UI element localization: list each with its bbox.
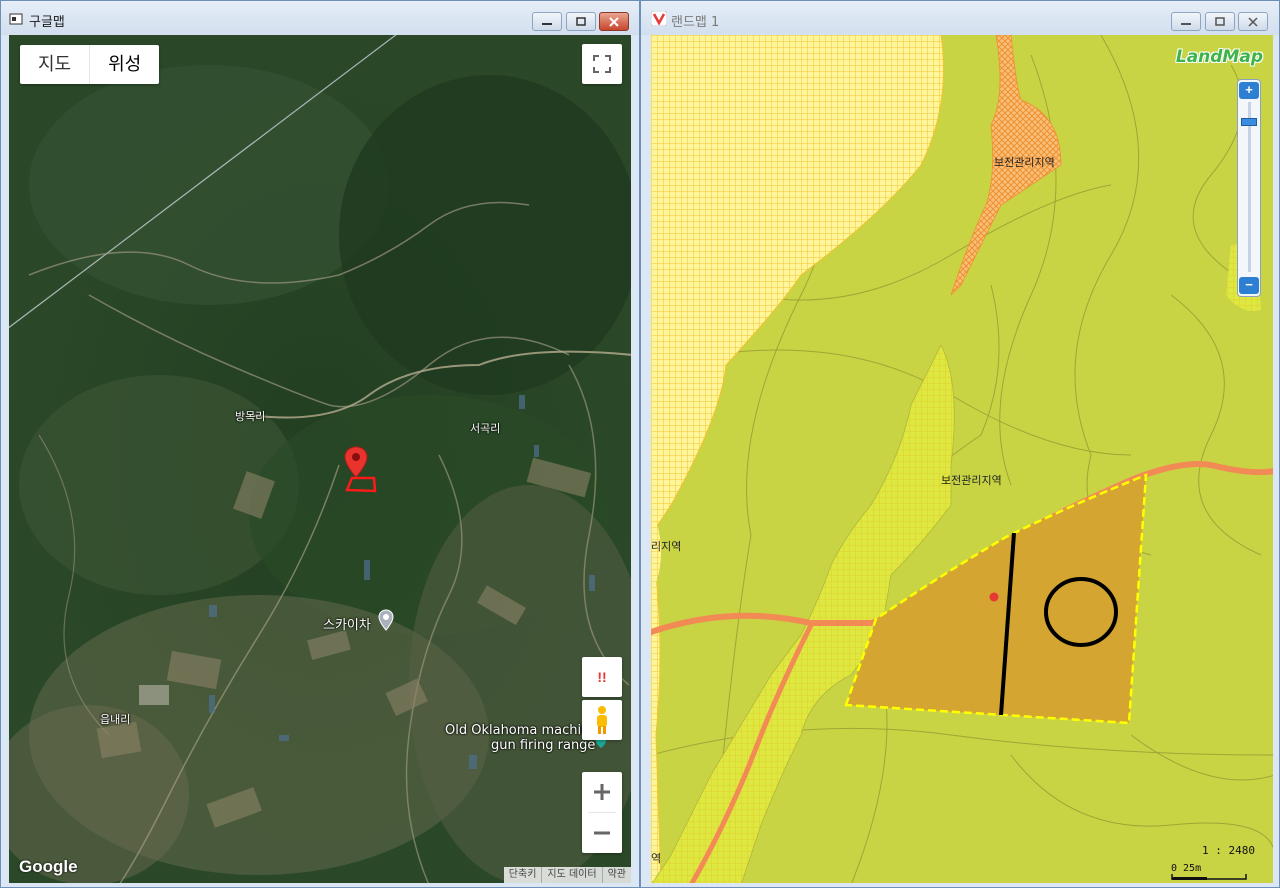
land-use-map <box>651 35 1273 883</box>
scale-bar-line <box>1171 874 1247 880</box>
fullscreen-icon <box>593 55 611 73</box>
pegman-button[interactable] <box>582 700 622 740</box>
satellite-imagery <box>9 35 631 883</box>
maximize-button[interactable] <box>1205 12 1235 31</box>
plus-icon <box>594 784 610 800</box>
window-title: 랜드맵 1 <box>671 15 720 30</box>
landmap-window: 랜드맵 1 보전관리지역 보전관리지역 리지역 역 LandMap + − 1 … <box>640 0 1280 888</box>
parcel-outline-marker[interactable] <box>342 445 380 495</box>
zone-label-mid: 보전관리지역 <box>941 474 1002 487</box>
scale-ratio: 1 : 2480 <box>1202 844 1255 857</box>
scale-bar: 0 25m <box>1171 863 1251 880</box>
close-button[interactable] <box>1238 12 1268 31</box>
zoom-in-button[interactable] <box>593 772 611 812</box>
zoom-track <box>1248 102 1251 272</box>
close-button[interactable] <box>599 12 629 31</box>
terms-link[interactable]: 약관 <box>601 867 631 883</box>
zoom-thumb[interactable] <box>1241 118 1257 126</box>
map-data-link[interactable]: 지도 데이터 <box>541 867 601 883</box>
window-title: 구글맵 <box>29 15 65 30</box>
place-label-seogok[interactable]: 서곡리 <box>470 420 500 436</box>
pegman-icon <box>597 706 607 734</box>
landmap-map[interactable]: 보전관리지역 보전관리지역 리지역 역 LandMap + − 1 : 2480… <box>651 35 1273 883</box>
landmap-logo: LandMap <box>1175 47 1263 67</box>
zone-label-top: 보전관리지역 <box>994 156 1055 169</box>
zone-label-left: 리지역 <box>651 540 682 553</box>
titlebar[interactable]: 구글맵 <box>1 1 639 35</box>
place-label-eupnae[interactable]: 읍내리 <box>100 711 130 727</box>
minimize-button[interactable] <box>1171 12 1201 31</box>
satellite-map[interactable]: 지도 위성 방목리 서곡리 스카이차 읍내리 Old Oklahoma mach… <box>9 35 631 883</box>
zoom-out-button[interactable]: − <box>1239 277 1259 294</box>
map-type-map[interactable]: 지도 <box>20 45 89 84</box>
google-logo: Google <box>19 857 78 876</box>
zoom-out-button[interactable] <box>593 813 611 853</box>
place-label-skycha[interactable]: 스카이차 <box>323 614 371 633</box>
keyboard-shortcuts-link[interactable]: 단축키 <box>504 867 542 883</box>
poi-pin-icon[interactable] <box>378 609 394 631</box>
zone-label-bottom: 역 <box>651 852 662 865</box>
zoom-slider[interactable]: + − <box>1237 79 1261 297</box>
landmap-app-icon <box>651 11 667 26</box>
minus-icon <box>594 831 610 835</box>
zoom-control <box>582 772 622 853</box>
zoom-in-button[interactable]: + <box>1239 82 1259 99</box>
attribution-bar: 단축키 지도 데이터 약관 <box>503 867 631 883</box>
place-label-oklahoma-line1[interactable]: Old Oklahoma machin <box>445 723 589 738</box>
app-icon <box>9 13 23 25</box>
fullscreen-button[interactable] <box>582 44 622 84</box>
titlebar[interactable]: 랜드맵 1 <box>641 1 1279 35</box>
place-label-oklahoma-line2[interactable]: gun firing range <box>491 738 595 753</box>
minimize-button[interactable] <box>532 12 562 31</box>
maximize-button[interactable] <box>566 12 596 31</box>
pegman-warning-button[interactable]: !! <box>582 657 622 697</box>
google-map-window: 구글맵 지도 위성 방목리 서곡리 스카이차 읍내리 Old Oklahoma … <box>0 0 640 888</box>
map-type-control: 지도 위성 <box>20 45 160 84</box>
map-type-satellite[interactable]: 위성 <box>89 45 159 84</box>
scale-bar-label: 0 25m <box>1171 863 1202 874</box>
place-label-bangmok[interactable]: 방목리 <box>235 408 265 424</box>
